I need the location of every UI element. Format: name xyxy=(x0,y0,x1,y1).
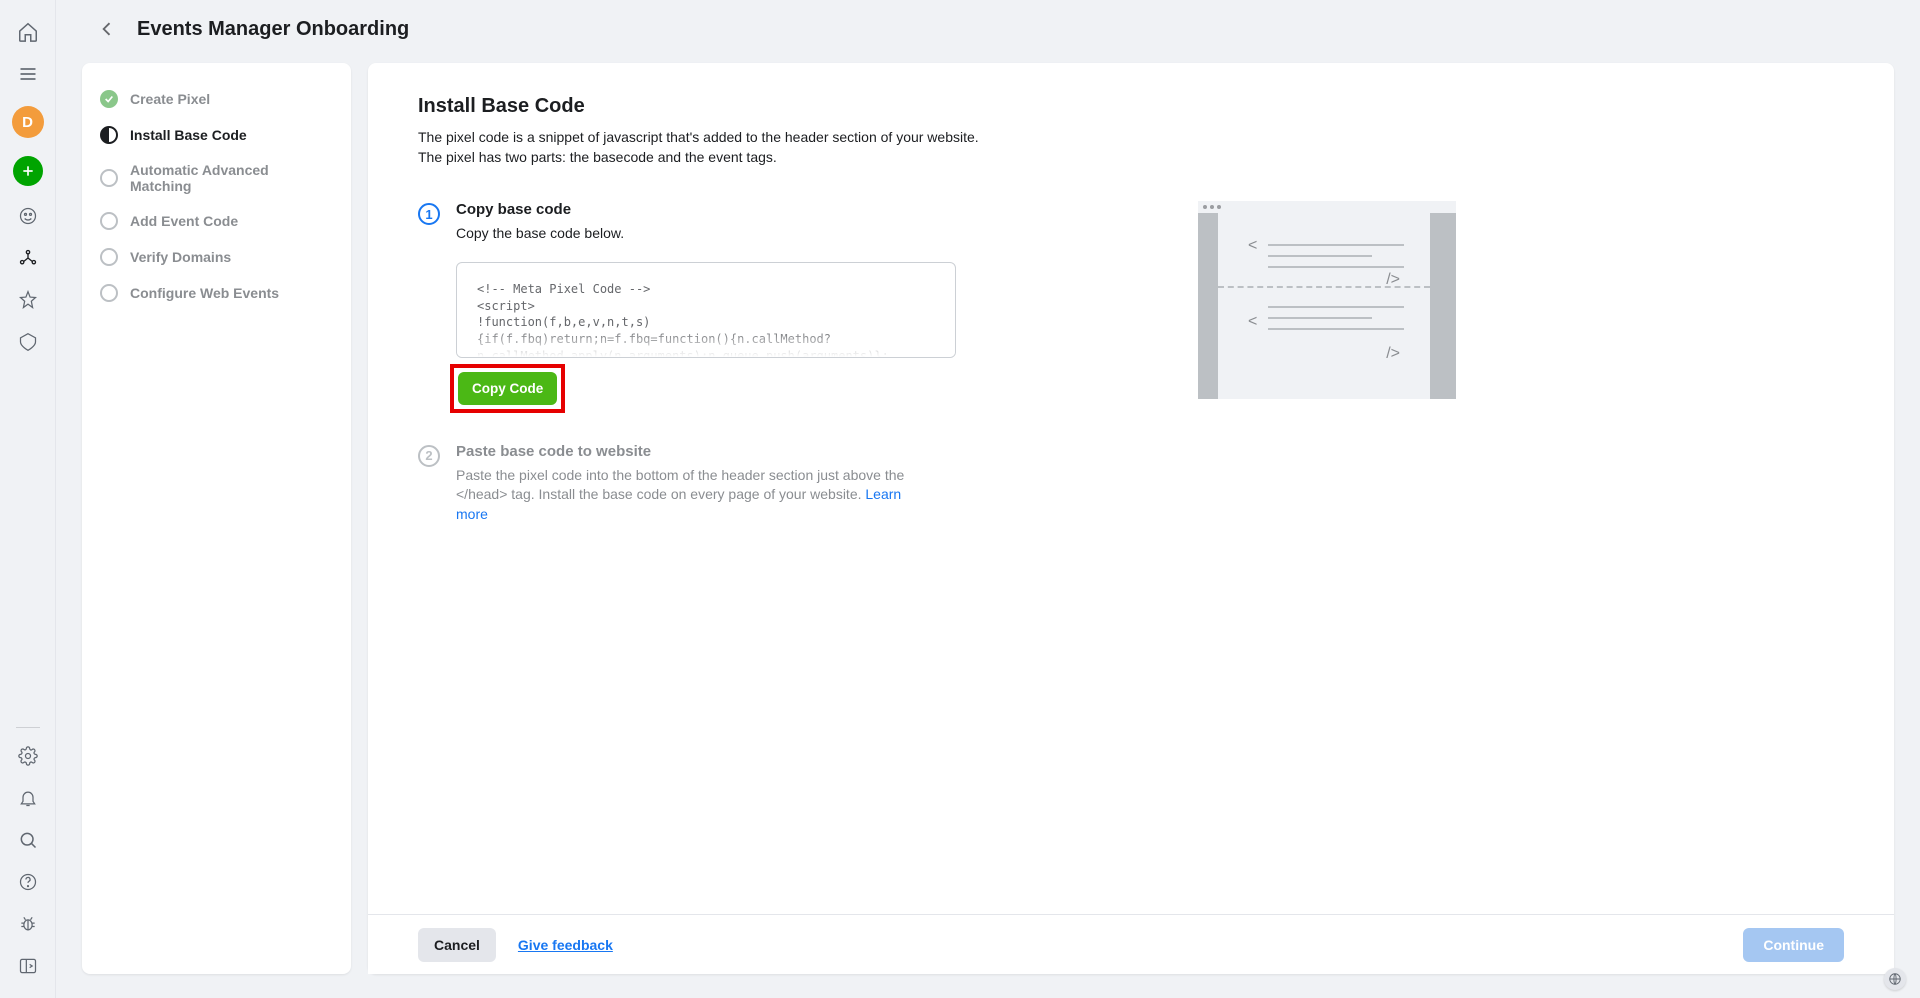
step-label: Configure Web Events xyxy=(130,285,279,301)
step2-subtitle: Paste the pixel code into the bottom of … xyxy=(456,466,916,525)
footer-bar: Cancel Give feedback Continue xyxy=(368,914,1894,974)
step-add-event-code[interactable]: Add Event Code xyxy=(98,203,335,239)
circle-icon xyxy=(100,212,118,230)
step-number-2: 2 xyxy=(418,445,440,467)
step-install-base-code[interactable]: Install Base Code xyxy=(98,117,335,153)
globe-icon[interactable] xyxy=(1884,968,1906,990)
step-label: Add Event Code xyxy=(130,213,238,229)
search-icon[interactable] xyxy=(10,822,46,858)
menu-icon[interactable] xyxy=(10,56,46,92)
audiences-icon[interactable] xyxy=(10,198,46,234)
continue-button[interactable]: Continue xyxy=(1743,928,1844,962)
circle-icon xyxy=(100,169,118,187)
step-label: Install Base Code xyxy=(130,127,247,143)
collapse-icon[interactable] xyxy=(10,948,46,984)
copy-code-highlight: Copy Code xyxy=(450,364,565,413)
help-icon[interactable] xyxy=(10,864,46,900)
star-icon[interactable] xyxy=(10,282,46,318)
browser-illustration: < /> < /> xyxy=(1198,201,1456,399)
pixel-code-block[interactable]: <!-- Meta Pixel Code --> <script> !funct… xyxy=(456,262,956,358)
step-number-1: 1 xyxy=(418,203,440,225)
half-circle-icon xyxy=(100,126,118,144)
page-title: Events Manager Onboarding xyxy=(137,18,409,41)
create-button[interactable] xyxy=(13,156,43,186)
step-advanced-matching[interactable]: Automatic Advanced Matching xyxy=(98,153,335,203)
section-description-2: The pixel has two parts: the basecode an… xyxy=(418,148,1844,168)
main-panel: Install Base Code The pixel code is a sn… xyxy=(368,63,1894,974)
cancel-button[interactable]: Cancel xyxy=(418,928,496,962)
notifications-icon[interactable] xyxy=(10,780,46,816)
avatar[interactable]: D xyxy=(12,106,44,138)
home-icon[interactable] xyxy=(10,14,46,50)
step-configure-web-events[interactable]: Configure Web Events xyxy=(98,275,335,311)
step2-title: Paste base code to website xyxy=(456,443,1158,460)
give-feedback-link[interactable]: Give feedback xyxy=(518,937,613,953)
settings-icon[interactable] xyxy=(10,738,46,774)
step-label: Automatic Advanced Matching xyxy=(130,162,333,194)
step-verify-domains[interactable]: Verify Domains xyxy=(98,239,335,275)
check-icon xyxy=(100,90,118,108)
step1-subtitle: Copy the base code below. xyxy=(456,224,1158,244)
back-button[interactable] xyxy=(93,15,121,43)
circle-icon xyxy=(100,248,118,266)
copy-code-button[interactable]: Copy Code xyxy=(458,372,557,405)
step1-title: Copy base code xyxy=(456,201,1158,218)
step-create-pixel[interactable]: Create Pixel xyxy=(98,81,335,117)
step-label: Create Pixel xyxy=(130,91,210,107)
bug-icon[interactable] xyxy=(10,906,46,942)
step-label: Verify Domains xyxy=(130,249,231,265)
setup-steps-panel: Create Pixel Install Base Code Automatic… xyxy=(82,63,351,974)
section-title: Install Base Code xyxy=(418,95,1844,118)
section-description-1: The pixel code is a snippet of javascrip… xyxy=(418,128,1844,148)
events-manager-icon[interactable] xyxy=(10,240,46,276)
global-nav-rail: D xyxy=(0,0,56,998)
commerce-icon[interactable] xyxy=(10,324,46,360)
page-header: Events Manager Onboarding xyxy=(56,0,1920,58)
circle-icon xyxy=(100,284,118,302)
